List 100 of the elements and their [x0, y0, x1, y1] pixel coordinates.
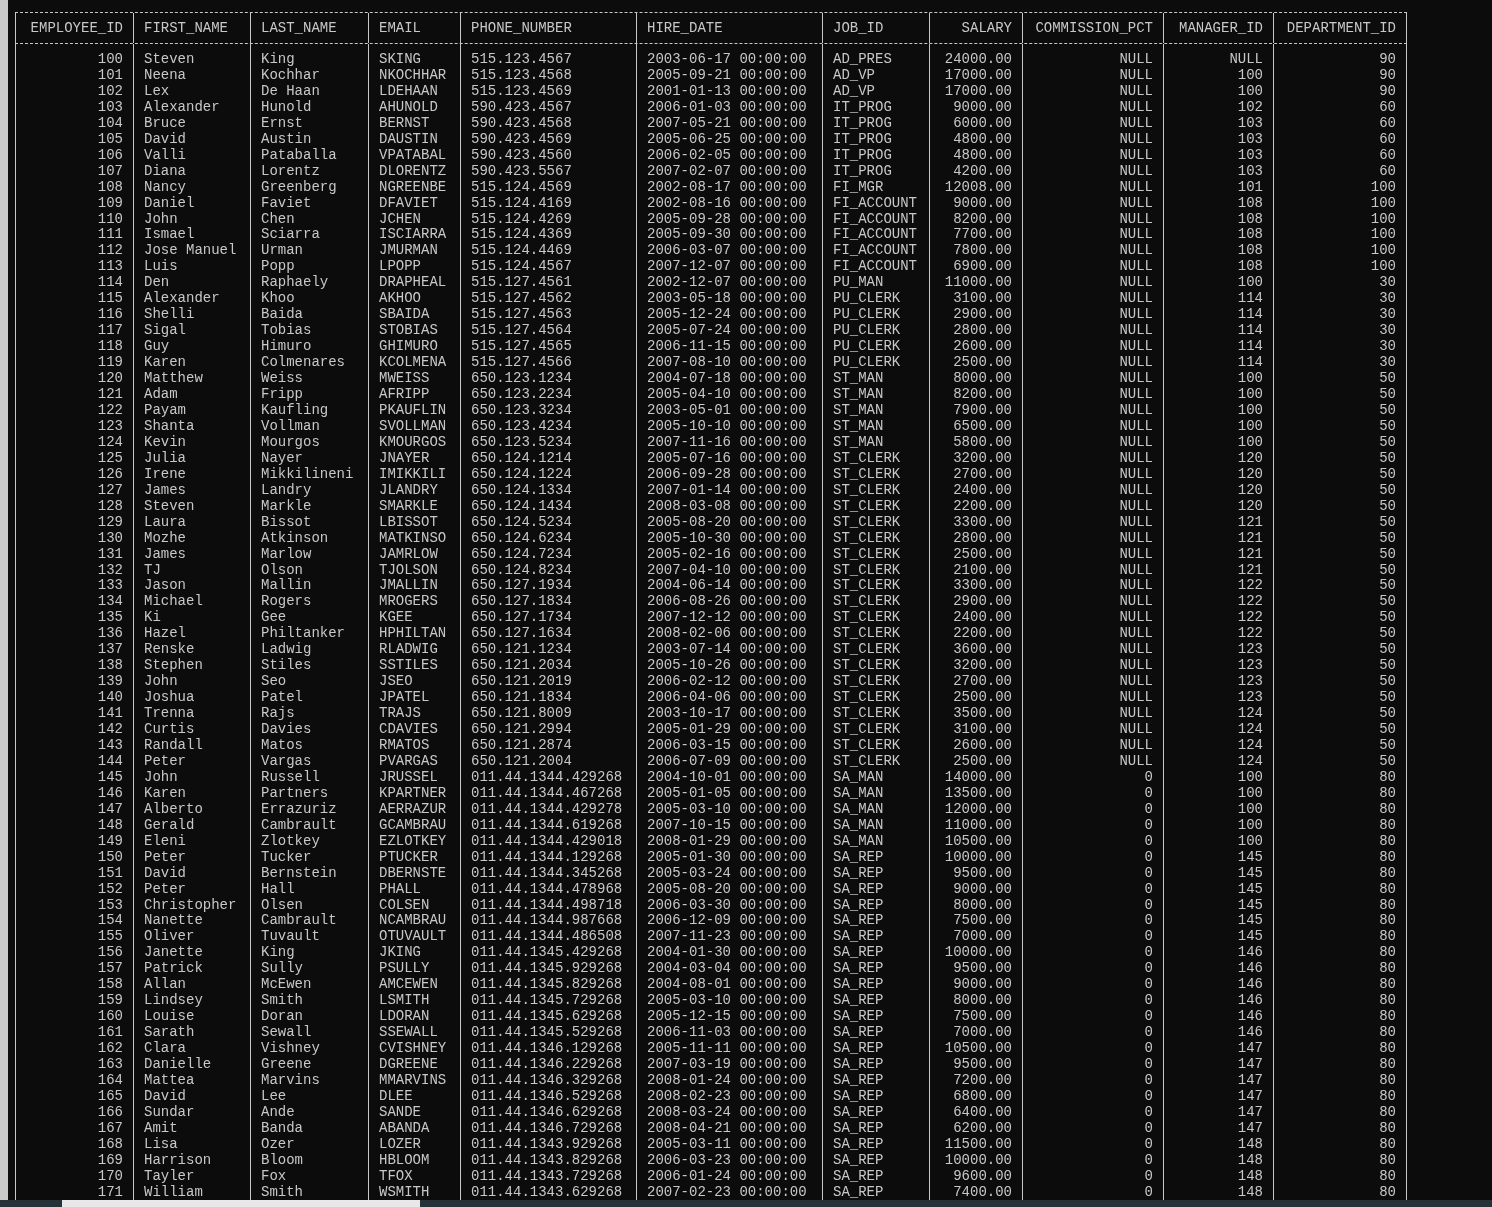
table-cell: Cambrault [250, 817, 368, 834]
table-cell: 2006-04-06 00:00:00 [636, 690, 822, 707]
table-cell: 147 [15, 801, 133, 818]
table-cell: 60 [1273, 99, 1407, 116]
table-cell: 50 [1273, 674, 1407, 691]
table-cell: 9000.00 [929, 99, 1022, 116]
table-cell: Smith [250, 993, 368, 1010]
table-cell: JAMRLOW [368, 546, 460, 563]
table-cell: 2006-07-09 00:00:00 [636, 753, 822, 770]
table-cell: FI_ACCOUNT [822, 211, 929, 228]
table-cell: DAUSTIN [368, 131, 460, 148]
table-cell: 50 [1273, 482, 1407, 499]
table-cell: TRAJS [368, 706, 460, 723]
table-cell: 108 [1163, 243, 1273, 260]
table-cell: 515.127.4562 [460, 291, 636, 308]
table-cell: 122 [1163, 578, 1273, 595]
table-cell: NULL [1022, 163, 1163, 180]
table-cell: 2007-05-21 00:00:00 [636, 115, 822, 132]
table-cell: 122 [1163, 594, 1273, 611]
table-cell: 650.123.5234 [460, 434, 636, 451]
table-cell: 011.44.1345.729268 [460, 993, 636, 1010]
table-cell: 011.44.1344.498718 [460, 897, 636, 914]
table-cell: 135 [15, 610, 133, 627]
table-cell: 011.44.1345.629268 [460, 1009, 636, 1026]
table-cell: SSTILES [368, 658, 460, 675]
table-cell: KMOURGOS [368, 434, 460, 451]
table-cell: 152 [15, 881, 133, 898]
table-cell: 650.127.1834 [460, 594, 636, 611]
table-cell: 2007-12-07 00:00:00 [636, 259, 822, 276]
table-cell: TJOLSON [368, 562, 460, 579]
table-cell: NULL [1022, 67, 1163, 84]
table-cell: 2005-10-30 00:00:00 [636, 530, 822, 547]
table-cell: 2800.00 [929, 530, 1022, 547]
table-cell: 650.121.1834 [460, 690, 636, 707]
table-cell: 2007-11-23 00:00:00 [636, 929, 822, 946]
table-cell: Shelli [133, 307, 250, 324]
table-cell: 80 [1273, 1041, 1407, 1058]
table-cell: 50 [1273, 546, 1407, 563]
table-cell: JNAYER [368, 450, 460, 467]
table-cell: MWEISS [368, 371, 460, 387]
table-cell: 2005-03-10 00:00:00 [636, 993, 822, 1010]
table-cell: 0 [1022, 1088, 1163, 1105]
table-cell: Stephen [133, 658, 250, 675]
table-cell: 103 [1163, 115, 1273, 132]
table-cell: 515.127.4566 [460, 355, 636, 372]
table-cell: 2005-10-26 00:00:00 [636, 658, 822, 675]
table-cell: ST_CLERK [822, 658, 929, 675]
table-cell: Nanette [133, 913, 250, 930]
table-cell: 9600.00 [929, 1168, 1022, 1185]
table-cell: AKHOO [368, 291, 460, 308]
table-cell: GHIMURO [368, 339, 460, 356]
table-cell: 2002-08-17 00:00:00 [636, 179, 822, 196]
table-cell: Alexander [133, 291, 250, 308]
table-cell: Bernstein [250, 865, 368, 882]
table-cell: SA_REP [822, 1152, 929, 1169]
table-cell: PVARGAS [368, 753, 460, 770]
table-cell: SA_REP [822, 1041, 929, 1058]
table-cell: 2005-11-11 00:00:00 [636, 1041, 822, 1058]
table-cell: 100 [1273, 179, 1407, 196]
table-cell: 50 [1273, 387, 1407, 403]
table-cell: Patrick [133, 961, 250, 978]
table-cell: 0 [1022, 817, 1163, 834]
table-cell: 130 [15, 530, 133, 547]
table-cell: 2700.00 [929, 674, 1022, 691]
table-cell: 3500.00 [929, 706, 1022, 723]
table-cell: IMIKKILI [368, 466, 460, 483]
table-cell: 80 [1273, 785, 1407, 802]
table-cell: 122 [1163, 626, 1273, 643]
table-cell: 2006-01-24 00:00:00 [636, 1168, 822, 1185]
table-cell: HBLOOM [368, 1152, 460, 1169]
table-cell: Den [133, 275, 250, 292]
table-cell: 3600.00 [929, 642, 1022, 659]
table-cell: 108 [15, 179, 133, 196]
table-cell: Amit [133, 1120, 250, 1137]
table-cell: 146 [1163, 993, 1273, 1010]
table-cell: Pataballa [250, 147, 368, 164]
table-cell: Jose Manuel [133, 243, 250, 260]
table-cell: PKAUFLIN [368, 402, 460, 419]
table-cell: Valli [133, 147, 250, 164]
table-cell: 145 [1163, 913, 1273, 930]
table-cell: 163 [15, 1057, 133, 1073]
table-cell: 650.123.3234 [460, 402, 636, 419]
table-cell: 50 [1273, 402, 1407, 419]
table-cell: SA_MAN [822, 769, 929, 786]
table-cell: 2006-11-03 00:00:00 [636, 1025, 822, 1042]
table-cell: Davies [250, 722, 368, 738]
table-cell: ISCIARRA [368, 227, 460, 244]
table-cell: 126 [15, 466, 133, 483]
table-cell: Louise [133, 1009, 250, 1026]
scrollbar[interactable] [0, 1200, 1492, 1207]
table-cell: NULL [1022, 434, 1163, 451]
scrollbar-thumb[interactable] [62, 1200, 420, 1207]
table-cell: 2005-07-24 00:00:00 [636, 323, 822, 340]
table-cell: SA_MAN [822, 801, 929, 818]
table-cell: 2008-02-23 00:00:00 [636, 1088, 822, 1105]
table-cell: 100 [1163, 434, 1273, 451]
table-cell: 139 [15, 674, 133, 691]
table-cell: 2006-03-07 00:00:00 [636, 243, 822, 260]
table-cell: AD_VP [822, 83, 929, 100]
table-cell: 80 [1273, 929, 1407, 946]
